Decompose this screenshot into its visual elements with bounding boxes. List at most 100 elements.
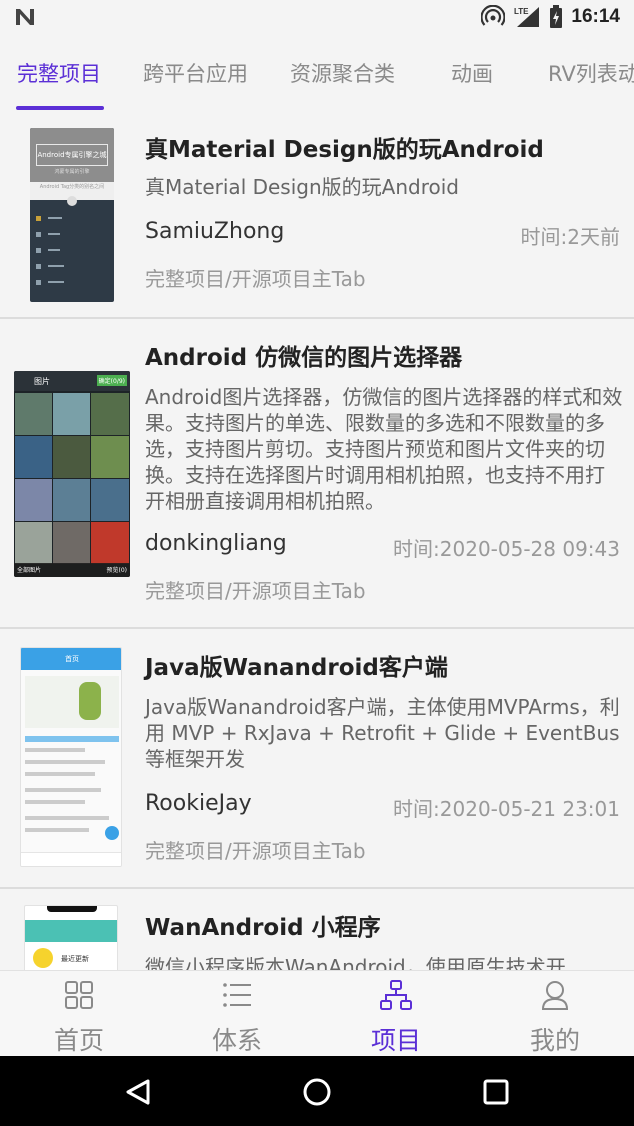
project-description: Android图片选择器，仿微信的图片选择器的样式和效果。支持图片的单选、限数量… <box>145 385 623 513</box>
thumb-photo <box>91 522 129 564</box>
thumb-menu-line <box>48 265 64 267</box>
project-chapter[interactable]: 完整项目/开源项目主Tab <box>145 835 366 864</box>
thumb-fab <box>105 826 119 840</box>
project-item[interactable]: 最近更新 WanAndroid 小程序 微信小程序版本WanAndroid，使用… <box>0 889 634 970</box>
thumb-avatar <box>67 196 77 206</box>
thumb-bottombar-right: 预览(0) <box>106 567 128 574</box>
project-item[interactable]: 图片 确定(0/9) 全部图片 预览(0) Android 仿微信的图片选择器 … <box>0 319 634 629</box>
thumb-topbar-title: 图片 <box>34 377 50 386</box>
thumb-menu-dot <box>36 248 41 253</box>
thumb-line <box>25 748 85 752</box>
thumb-photo <box>15 479 52 521</box>
tab-indicator <box>16 106 104 110</box>
thumb-photo <box>53 479 90 521</box>
list-icon <box>223 983 251 1007</box>
thumb-menu-line <box>48 281 64 283</box>
system-navigation-bar <box>0 1056 634 1126</box>
thumb-photo <box>53 436 90 478</box>
tab-resource-aggregation[interactable]: 资源聚合类 <box>290 58 395 88</box>
project-description: 真Material Design版的玩Android <box>145 175 459 199</box>
thumb-line <box>25 828 89 832</box>
tab-complete-projects[interactable]: 完整项目 <box>17 58 101 88</box>
nav-label-project: 项目 <box>370 1026 421 1055</box>
person-icon <box>541 981 569 1010</box>
project-chapter[interactable]: 完整项目/开源项目主Tab <box>145 575 366 604</box>
thumb-menu-dot <box>36 232 41 237</box>
thumb-emoji <box>33 948 53 968</box>
thumb-bar <box>25 736 119 742</box>
project-title[interactable]: 真Material Design版的玩Android <box>145 130 544 164</box>
project-chapter[interactable]: 完整项目/开源项目主Tab <box>145 263 366 292</box>
thumb-notch <box>47 906 97 912</box>
thumb-android-figure <box>79 682 101 720</box>
thumb-photo <box>91 436 129 478</box>
thumb-photo <box>91 393 129 435</box>
thumb-line <box>25 800 85 804</box>
project-title[interactable]: Java版Wanandroid客户端 <box>145 648 448 682</box>
project-time: 时间:2020-05-28 09:43 <box>393 537 620 561</box>
project-author[interactable]: SamiuZhong <box>145 219 284 244</box>
thumb-photo <box>15 522 52 564</box>
recents-icon[interactable] <box>483 1079 509 1105</box>
project-description: Java版Wanandroid客户端，主体使用MVPArms，利用 MVP + … <box>145 695 620 771</box>
project-thumbnail[interactable]: Android专属引擎之城 鸿蒙专属的引擎 Android Tag分类的别名之间 <box>30 128 114 302</box>
bottom-navigation: 首页 体系 项目 我的 <box>0 970 634 1056</box>
thumb-header-title: 首页 <box>65 655 79 663</box>
nav-label-mine: 我的 <box>529 1026 580 1055</box>
project-author[interactable]: RookieJay <box>145 791 252 816</box>
nav-label-system: 体系 <box>211 1026 262 1055</box>
thumb-photo <box>53 522 90 564</box>
thumb-line <box>25 788 101 792</box>
project-thumbnail[interactable]: 最近更新 <box>24 905 118 970</box>
thumb-topbar: 图片 确定(0/9) <box>14 371 130 391</box>
thumb-header: 首页 <box>21 648 121 670</box>
thumb-menu-line <box>48 233 60 235</box>
nav-label-home: 首页 <box>53 1026 104 1055</box>
thumb-bottombar: 全部图片 预览(0) <box>14 563 130 577</box>
project-item[interactable]: 首页 Java版Wanandroid客户端 Java版Wanandroid客户端… <box>0 629 634 889</box>
back-icon[interactable] <box>124 1078 152 1106</box>
thumb-photo <box>15 436 52 478</box>
thumb-banner <box>25 676 119 728</box>
home-icon[interactable] <box>302 1077 332 1107</box>
thumb-photo <box>53 393 90 435</box>
nav-item-system[interactable]: 体系 <box>158 971 316 1057</box>
thumb-banner-sub: 鸿蒙专属的引擎 <box>54 169 90 175</box>
project-list[interactable]: Android专属引擎之城 鸿蒙专属的引擎 Android Tag分类的别名之间… <box>0 116 634 970</box>
thumb-line <box>25 772 95 776</box>
thumb-bottombar-left: 全部图片 <box>17 567 42 574</box>
thumb-photo <box>15 393 52 435</box>
grid-icon <box>65 981 93 1009</box>
nav-item-project[interactable]: 项目 <box>317 971 475 1057</box>
project-author[interactable]: donkingliang <box>145 531 287 556</box>
project-item[interactable]: Android专属引擎之城 鸿蒙专属的引擎 Android Tag分类的别名之间… <box>0 116 634 319</box>
thumb-banner-title: Android专属引擎之城 <box>36 144 108 166</box>
thumb-menu-dot <box>36 264 41 269</box>
nav-item-mine[interactable]: 我的 <box>476 971 634 1057</box>
hotspot-icon <box>481 5 506 26</box>
nav-item-home[interactable]: 首页 <box>0 971 158 1057</box>
project-thumbnail[interactable]: 图片 确定(0/9) 全部图片 预览(0) <box>14 371 130 577</box>
tab-animation[interactable]: 动画 <box>451 58 493 88</box>
project-time: 时间:2020-05-21 23:01 <box>393 797 620 821</box>
thumb-header <box>25 920 117 942</box>
project-description: 微信小程序版本WanAndroid，使用原生技术开 <box>145 955 566 970</box>
thumb-menu-line <box>48 249 60 251</box>
thumb-line <box>25 816 109 820</box>
tree-icon <box>380 980 412 1010</box>
thumb-topbar-button: 确定(0/9) <box>96 375 127 386</box>
tab-rv-list-animation[interactable]: RV列表动 <box>548 58 634 88</box>
thumb-line <box>25 760 105 764</box>
thumb-photo <box>91 479 129 521</box>
project-title[interactable]: Android 仿微信的图片选择器 <box>145 338 462 372</box>
project-title[interactable]: WanAndroid 小程序 <box>145 908 381 942</box>
tab-cross-platform[interactable]: 跨平台应用 <box>143 58 248 88</box>
clock: 16:14 <box>571 6 620 27</box>
battery-icon <box>550 5 563 28</box>
project-time: 时间:2天前 <box>520 225 620 249</box>
thumb-label: 最近更新 <box>61 955 89 963</box>
thumb-menu-dot <box>36 280 41 285</box>
project-thumbnail[interactable]: 首页 <box>20 647 122 867</box>
thumb-bottom-nav <box>21 852 121 866</box>
lte-signal-icon: LTE <box>514 7 540 27</box>
